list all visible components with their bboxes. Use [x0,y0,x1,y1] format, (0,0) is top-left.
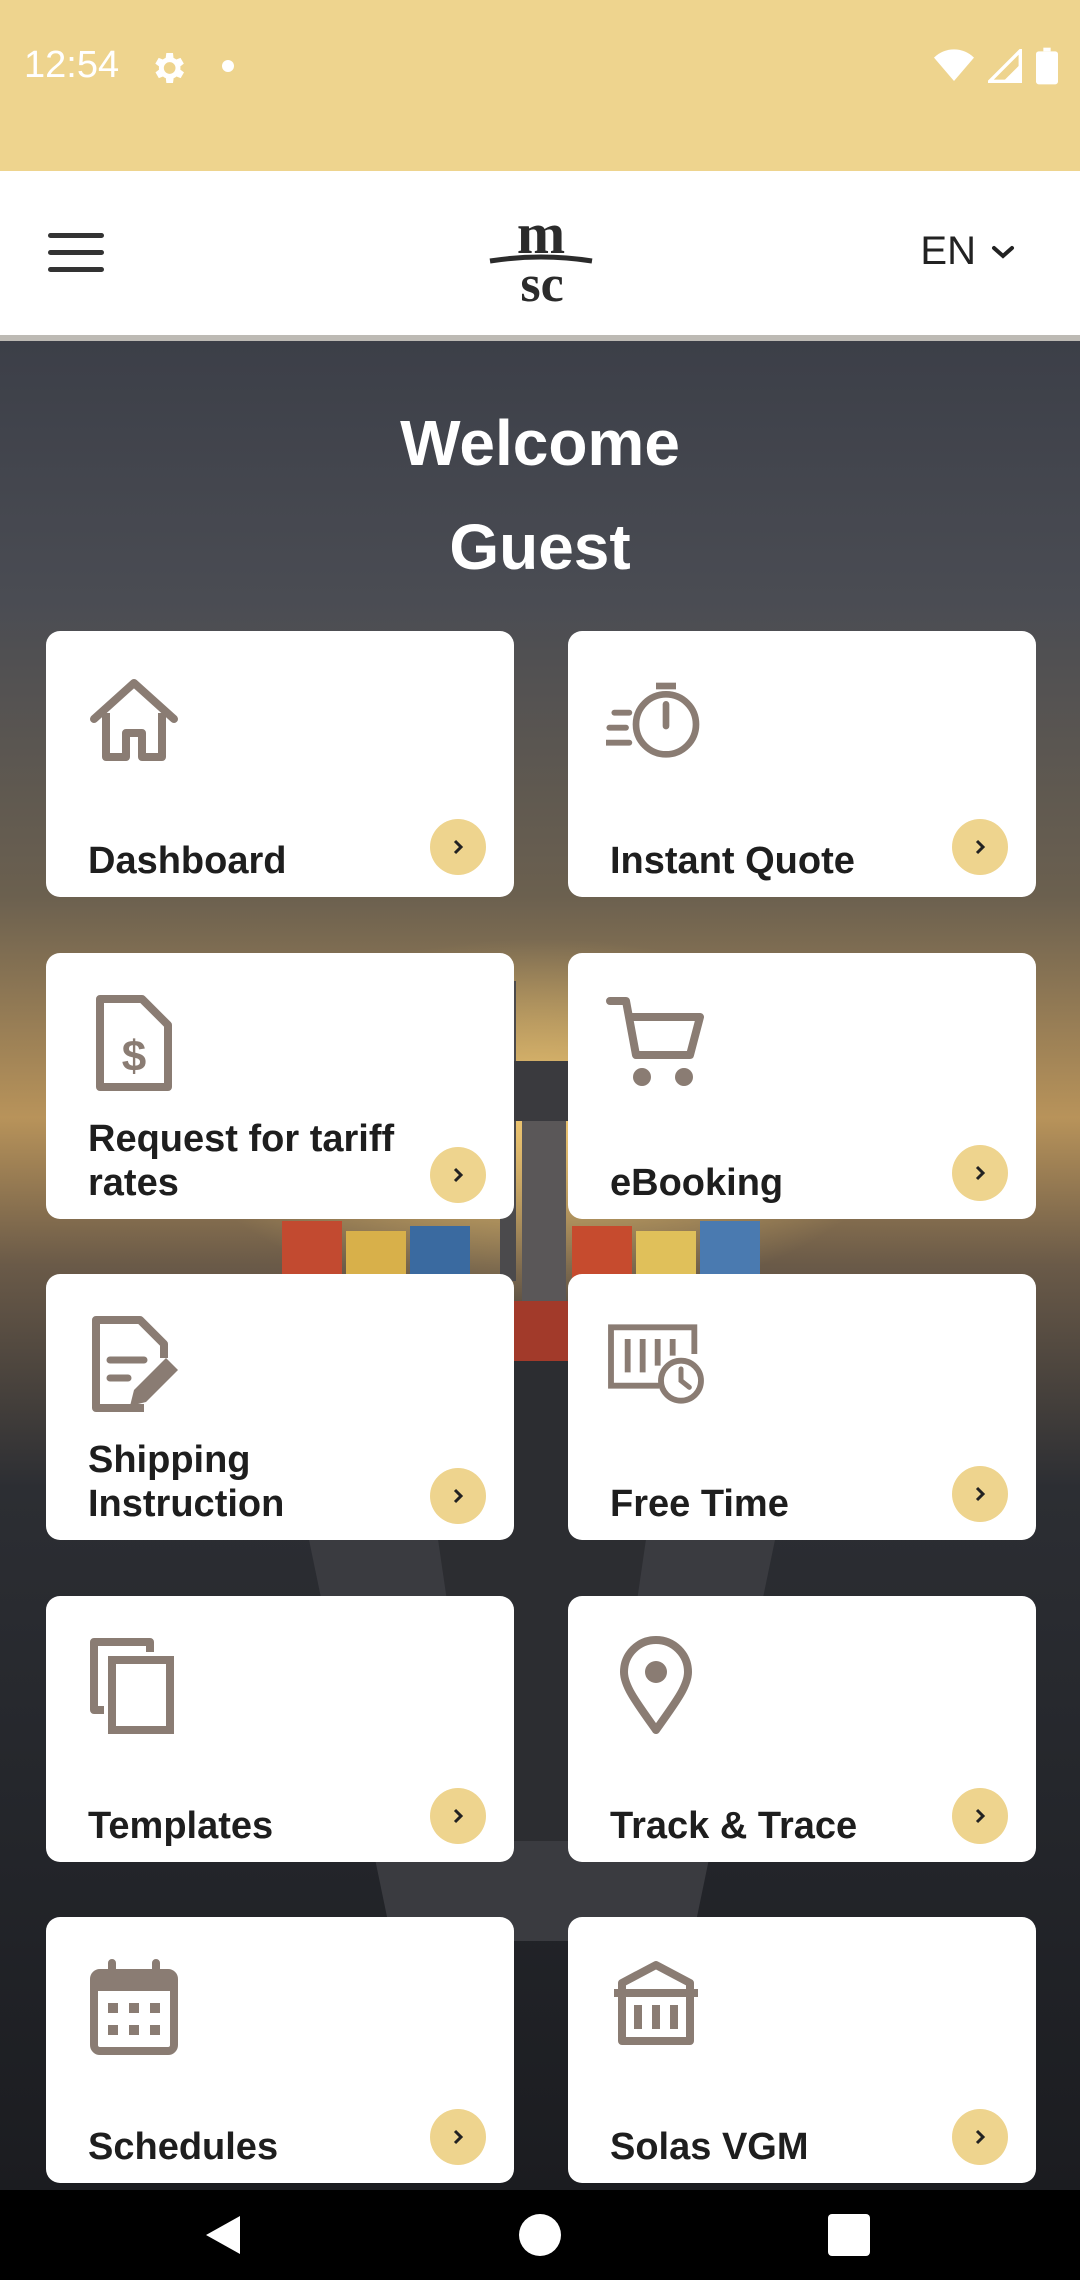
welcome-line-2: Guest [449,511,631,583]
container-clock-icon [608,1324,704,1404]
home-icon [90,679,178,761]
battery-icon [1036,47,1058,85]
tile-ebooking[interactable]: eBooking [568,953,1036,1219]
copy-icon [90,1638,174,1734]
calendar-icon [90,1959,178,2055]
tile-label: eBooking [610,1162,784,1204]
welcome-heading: Welcome Guest [0,391,1080,599]
weighbridge-icon [614,1961,698,2045]
tile-label: Dashboard [88,840,287,882]
tile-free-time[interactable]: Free Time [568,1274,1036,1540]
chevron-right-icon[interactable] [952,1145,1008,1201]
back-icon[interactable] [200,2212,246,2258]
chevron-right-icon[interactable] [430,1788,486,1844]
home-button[interactable] [519,2214,561,2256]
tile-templates[interactable]: Templates [46,1596,514,1862]
chevron-right-icon[interactable] [952,819,1008,875]
welcome-line-1: Welcome [400,407,680,479]
tile-instant-quote[interactable]: Instant Quote [568,631,1036,897]
language-selector[interactable]: EN [920,229,1016,274]
tile-solas-vgm[interactable]: Solas VGM [568,1917,1036,2183]
chevron-down-icon [992,245,1014,259]
tile-label: Shipping Instruction [88,1439,285,1525]
tile-schedules[interactable]: Schedules [46,1917,514,2183]
notification-dot-icon [222,60,234,72]
svg-text:$: $ [122,1032,146,1081]
tile-label: Templates [88,1805,274,1847]
document-edit-icon [92,1316,178,1412]
tile-label: Schedules [88,2126,279,2168]
tile-track-trace[interactable]: Track & Trace [568,1596,1036,1862]
hamburger-menu-icon[interactable] [48,233,108,277]
shopping-cart-icon [606,997,704,1086]
chevron-right-icon[interactable] [430,819,486,875]
chevron-right-icon[interactable] [430,1468,486,1524]
chevron-right-icon[interactable] [952,1788,1008,1844]
hero-background: Welcome Guest Dashboard Instant Quote $ [0,341,1080,2190]
location-pin-icon [620,1636,692,1734]
settings-gear-icon [155,53,184,83]
status-bar: 12:54 [0,0,1080,171]
stopwatch-icon [606,682,700,758]
wifi-icon [934,49,974,81]
tile-label: Free Time [610,1483,789,1525]
dollar-document-icon: $ [96,995,172,1091]
tile-request-tariff-rates[interactable]: $ Request for tariff rates [46,953,514,1219]
tile-shipping-instruction[interactable]: Shipping Instruction [46,1274,514,1540]
tile-dashboard[interactable]: Dashboard [46,631,514,897]
language-label: EN [920,229,976,273]
svg-text:sc: sc [520,256,563,305]
status-time: 12:54 [24,44,120,86]
chevron-right-icon[interactable] [430,2109,486,2165]
app-header: m sc EN [0,171,1080,341]
system-nav-bar [0,2190,1080,2280]
cellular-signal-icon [988,49,1022,83]
chevron-right-icon[interactable] [952,1466,1008,1522]
tile-label: Solas VGM [610,2126,809,2168]
status-icons [934,46,1058,86]
msc-logo: m sc [489,205,593,305]
chevron-right-icon[interactable] [430,1147,486,1203]
tile-label: Request for tariff rates [88,1118,395,1204]
tile-label: Track & Trace [610,1805,858,1847]
chevron-right-icon[interactable] [952,2109,1008,2165]
recents-button[interactable] [828,2214,870,2256]
tile-label: Instant Quote [610,840,855,882]
